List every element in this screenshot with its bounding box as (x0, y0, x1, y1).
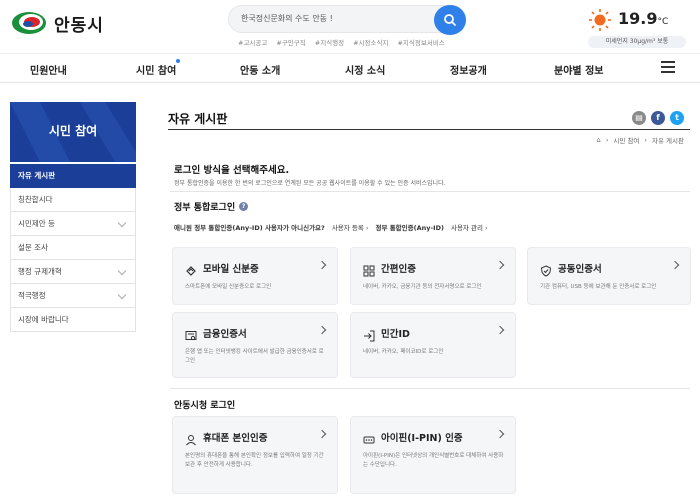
logo-emblem-icon (10, 10, 48, 36)
sidebar-item-mayor[interactable]: 시장에 바랍니다 (10, 308, 136, 332)
ipin-icon (363, 431, 375, 444)
chevron-down-icon (117, 266, 127, 276)
search-input[interactable]: 한국정신문화의 수도 안동 ! (228, 5, 466, 35)
login-heading: 로그인 방식을 선택해주세요. (174, 165, 290, 176)
manage-link[interactable]: 사용자 관리 › (451, 222, 488, 232)
login-icon (363, 327, 375, 342)
person-icon (185, 431, 197, 446)
temperature: 19.9°C (618, 9, 669, 28)
gov-login-links: 애니원 정부 통합인증(Any-ID) 사용자가 아니신가요? 사용자 등록 ›… (174, 222, 488, 232)
gov-login-heading: 정부 통합로그인? (174, 200, 249, 213)
nav-field[interactable]: 분야별 정보 (554, 62, 603, 77)
breadcrumb-item[interactable]: 시민 참여 (613, 135, 639, 145)
menu-icon[interactable] (661, 61, 675, 73)
title-divider (168, 129, 690, 130)
sidebar-item-free-board[interactable]: 자유 게시판 (10, 164, 136, 188)
chevron-right-icon (317, 260, 327, 270)
certificate-icon (185, 327, 197, 341)
grid-icon (363, 262, 375, 277)
login-description: 정부 통합인증을 이용한 한 번의 로그인으로 연계된 모든 공공 웹사이트를 … (174, 180, 446, 187)
twitter-icon[interactable]: t (670, 111, 684, 125)
nav-news[interactable]: 시정 소식 (345, 62, 385, 77)
login-card-phone-auth[interactable]: 휴대폰 본인인증 본인명의 휴대폰을 통해 본인확인 정보를 입력하여 일정 기… (172, 416, 338, 494)
dust-status: 미세먼지 30μg/m³ 보통 (588, 36, 686, 48)
city-login-heading: 안동시청 로그인 (174, 401, 236, 411)
sidebar-item-regulation[interactable]: 행정 규제개혁 (10, 260, 136, 284)
anyid-label: 정부 통합인증(Any-ID) (375, 224, 444, 232)
search-icon (444, 14, 457, 27)
chevron-down-icon (117, 218, 127, 228)
search-tag[interactable]: #고시공고 (238, 37, 267, 47)
sidebar-menu: 자유 게시판 칭찬합시다 시민제안 등 설문 조사 행정 규제개혁 적극행정 시… (10, 164, 136, 332)
chevron-right-icon (670, 260, 680, 270)
logo-text: 안동시 (54, 15, 104, 36)
breadcrumb: ⌂ › 시민 참여 › 자유 게시판 (596, 135, 684, 145)
shield-icon (540, 262, 552, 277)
facebook-icon[interactable]: f (651, 111, 665, 125)
chevron-right-icon (495, 260, 505, 270)
sidebar-item-active-admin[interactable]: 적극행정 (10, 284, 136, 308)
sidebar-item-survey[interactable]: 설문 조사 (10, 236, 136, 260)
sidebar-item-praise[interactable]: 칭찬합시다 (10, 188, 136, 212)
id-card-icon (185, 262, 197, 276)
register-link[interactable]: 사용자 등록 › (332, 222, 369, 232)
breadcrumb-item[interactable]: 자유 게시판 (652, 135, 684, 145)
search-tag[interactable]: #지식행정 (315, 37, 344, 47)
chevron-down-icon (117, 290, 127, 300)
login-card-private-id[interactable]: 민간ID 네이버, 카카오, 페이코ID로 로그인 (350, 312, 516, 378)
chevron-right-icon (317, 429, 327, 439)
print-icon[interactable]: ▤ (632, 111, 646, 125)
chevron-right-icon (495, 429, 505, 439)
login-card-financial-cert[interactable]: 금융인증서 은행 앱 또는 인터넷뱅킹 사이트에서 발급한 금융인증서로 로그인 (172, 312, 338, 378)
site-logo[interactable]: 안동시 (10, 10, 104, 36)
sidebar-item-proposal[interactable]: 시민제안 등 (10, 212, 136, 236)
nav-civil-service[interactable]: 민원안내 (30, 62, 67, 77)
home-icon[interactable]: ⌂ (597, 136, 601, 144)
nav-info[interactable]: 정보공개 (450, 62, 487, 77)
divider (170, 191, 690, 192)
sun-icon (588, 8, 612, 32)
search-tag[interactable]: #지식정보서비스 (397, 37, 444, 47)
sidebar-header: 시민 참여 (10, 102, 136, 162)
login-card-ipin[interactable]: 아이핀(I-PIN) 인증 아이핀(I-PIN)은 인터넷상의 개인식별번호로 … (350, 416, 516, 494)
divider (170, 388, 690, 389)
login-card-mobile-id[interactable]: 모바일 신분증 스마트폰에 모바일 신분증으로 로그인 (172, 247, 338, 305)
anyid-question: 애니원 정부 통합인증(Any-ID) 사용자가 아니신가요? (174, 224, 325, 232)
search-tag[interactable]: #시정소식지 (353, 37, 388, 47)
search-tag[interactable]: #구인구직 (276, 37, 305, 47)
sidebar-title: 시민 참여 (48, 124, 98, 138)
nav-about[interactable]: 안동 소개 (240, 62, 280, 77)
login-card-simple-auth[interactable]: 간편인증 네이버, 카카오, 금융기관 등의 전자서명으로 로그인 (350, 247, 516, 305)
login-card-joint-cert[interactable]: 공동인증서 기관 컴퓨터, USB 등에 보관해 둔 인증서로 로그인 (527, 247, 691, 305)
chevron-right-icon (495, 325, 505, 335)
search-button[interactable] (434, 5, 466, 35)
main-nav: 민원안내 시민 참여 안동 소개 시정 소식 정보공개 분야별 정보 (0, 53, 700, 83)
help-icon[interactable]: ? (239, 202, 249, 211)
nav-citizen[interactable]: 시민 참여 (136, 59, 181, 77)
page-title: 자유 게시판 (168, 112, 228, 126)
search-tags: #고시공고 #구인구직 #지식행정 #시정소식지 #지식정보서비스 (238, 37, 445, 47)
chevron-right-icon (317, 325, 327, 335)
search-placeholder: 한국정신문화의 수도 안동 ! (241, 14, 333, 23)
